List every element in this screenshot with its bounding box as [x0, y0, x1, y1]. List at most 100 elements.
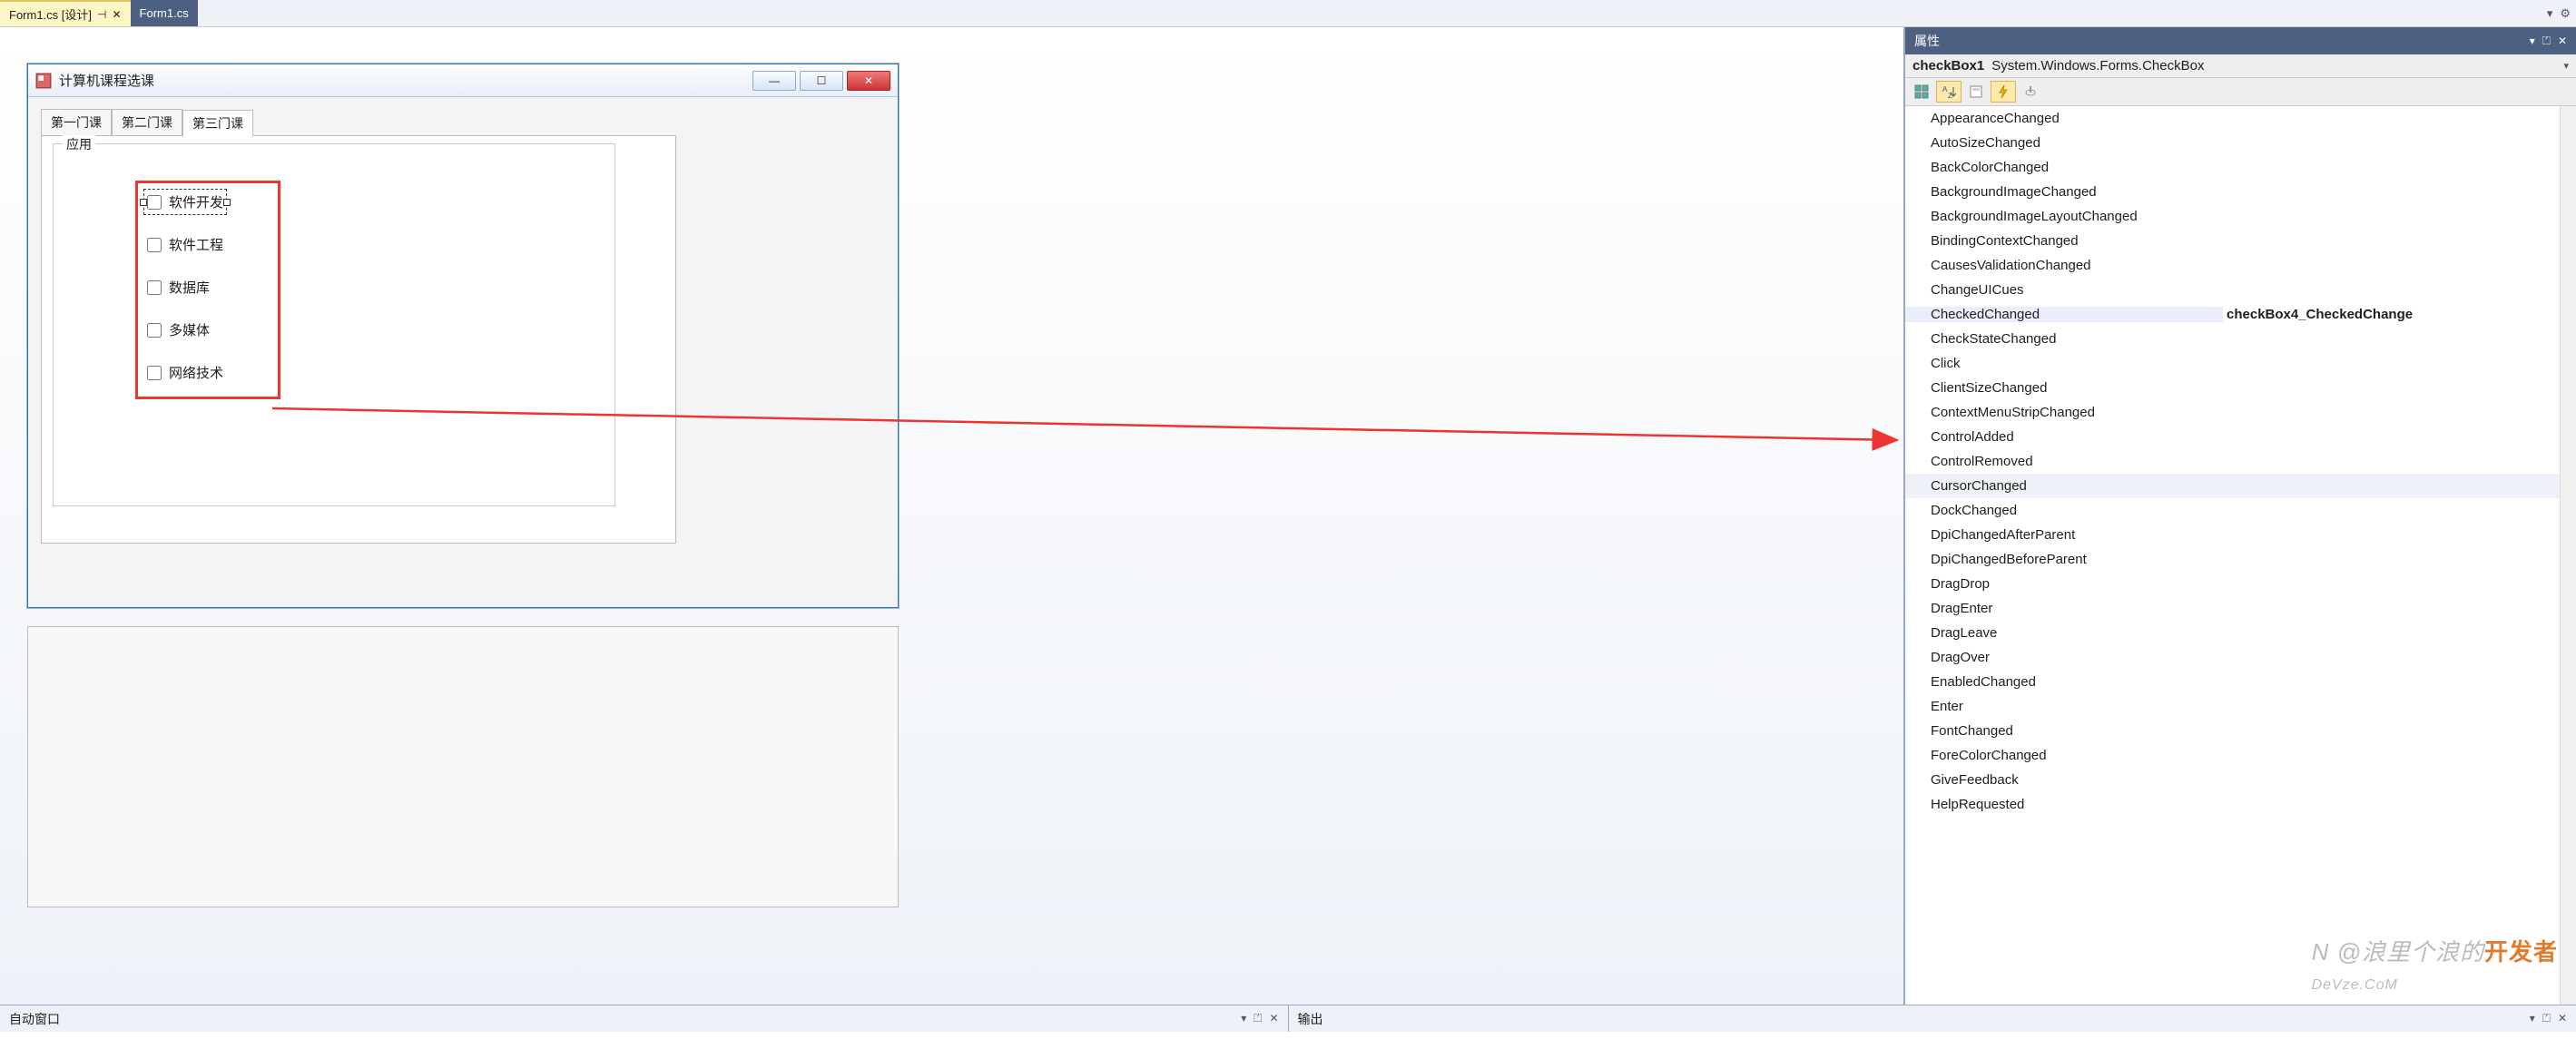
event-row[interactable]: ForeColorChanged [1905, 743, 2576, 768]
checkbox-label: 多媒体 [169, 320, 210, 339]
panel-title: 自动窗口 [9, 1010, 60, 1028]
event-row[interactable]: CheckStateChanged [1905, 327, 2576, 351]
event-row[interactable]: CursorChanged [1905, 474, 2576, 498]
event-row[interactable]: ControlAdded [1905, 425, 2576, 449]
event-name: AppearanceChanged [1905, 111, 2223, 126]
checkbox-input[interactable] [147, 238, 162, 252]
close-icon[interactable]: ✕ [2558, 34, 2567, 47]
categorized-button[interactable] [1909, 81, 1934, 103]
event-row[interactable]: BackgroundImageChanged [1905, 180, 2576, 204]
event-name: Enter [1905, 699, 2223, 714]
event-name: BackgroundImageLayoutChanged [1905, 209, 2223, 224]
tab-form1-code[interactable]: Form1.cs [131, 0, 198, 26]
checkbox-2[interactable]: 软件工程 [147, 235, 223, 254]
chevron-down-icon[interactable]: ▾ [2563, 60, 2569, 72]
event-value[interactable]: checkBox4_CheckedChange [2223, 307, 2576, 322]
minimize-button[interactable]: — [752, 71, 796, 91]
property-pages-button[interactable] [2018, 81, 2043, 103]
events-list[interactable]: AppearanceChanged AutoSizeChangedBackColo… [1905, 106, 2576, 1005]
event-row[interactable]: DpiChangedAfterParent [1905, 523, 2576, 547]
checkbox-input[interactable] [147, 323, 162, 338]
autos-panel-header[interactable]: 自动窗口 ▾ ⏍ ✕ [0, 1005, 1289, 1032]
close-icon[interactable]: ✕ [1269, 1012, 1278, 1025]
event-row[interactable]: AppearanceChanged [1905, 106, 2576, 131]
alphabetical-button[interactable]: AZ [1936, 81, 1961, 103]
form-title: 计算机课程选课 [59, 71, 154, 90]
event-name: CausesValidationChanged [1905, 258, 2223, 273]
selected-object-name: checkBox1 [1912, 58, 1984, 74]
pin-icon[interactable]: ⊣ [97, 8, 106, 21]
tab-control[interactable]: 第一门课第二门课第三门课 应用 软件开发软件工程数据库多媒体网络技术 [41, 110, 676, 545]
groupbox-application[interactable]: 应用 软件开发软件工程数据库多媒体网络技术 [53, 143, 615, 506]
event-row[interactable]: EnabledChanged [1905, 670, 2576, 694]
tab-page[interactable]: 应用 软件开发软件工程数据库多媒体网络技术 [41, 135, 676, 544]
event-row[interactable]: CausesValidationChanged [1905, 253, 2576, 278]
event-name: DragDrop [1905, 576, 2223, 592]
output-panel-header[interactable]: 输出 ▾ ⏍ ✕ [1289, 1005, 2576, 1032]
properties-button[interactable] [1963, 81, 1989, 103]
chevron-down-icon[interactable]: ▾ [2530, 1012, 2535, 1025]
event-row[interactable]: Click [1905, 351, 2576, 376]
event-name: EnabledChanged [1905, 674, 2223, 690]
checkbox-input[interactable] [147, 280, 162, 295]
event-row[interactable]: DragLeave [1905, 621, 2576, 645]
chevron-down-icon[interactable]: ▾ [1241, 1012, 1246, 1025]
event-row[interactable]: ContextMenuStripChanged [1905, 400, 2576, 425]
event-name: CheckStateChanged [1905, 331, 2223, 347]
chevron-down-icon[interactable]: ▾ [2547, 6, 2553, 21]
event-row[interactable]: DpiChangedBeforeParent [1905, 547, 2576, 572]
event-row[interactable]: FontChanged [1905, 719, 2576, 743]
pin-icon[interactable]: ⏍ [2542, 34, 2551, 48]
checkbox-input[interactable] [147, 195, 162, 210]
event-name: ContextMenuStripChanged [1905, 405, 2223, 420]
tab-course-2[interactable]: 第二门课 [112, 109, 182, 135]
event-name: BackgroundImageChanged [1905, 184, 2223, 200]
event-row[interactable]: DragEnter [1905, 596, 2576, 621]
properties-object-selector[interactable]: checkBox1 System.Windows.Forms.CheckBox … [1905, 54, 2576, 78]
event-name: HelpRequested [1905, 797, 2223, 812]
event-row[interactable]: Enter [1905, 694, 2576, 719]
close-icon[interactable]: ✕ [2558, 1012, 2567, 1025]
tab-form1-design[interactable]: Form1.cs [设计] ⊣ ✕ [0, 0, 131, 26]
event-row[interactable]: BackColorChanged [1905, 155, 2576, 180]
event-row[interactable]: GiveFeedback [1905, 768, 2576, 792]
event-row[interactable]: DragOver [1905, 645, 2576, 670]
pin-icon[interactable]: ⏍ [1254, 1012, 1262, 1025]
event-row[interactable]: DockChanged [1905, 498, 2576, 523]
event-row[interactable]: ChangeUICues [1905, 278, 2576, 302]
checkbox-4[interactable]: 多媒体 [147, 320, 223, 339]
event-row[interactable]: BackgroundImageLayoutChanged [1905, 204, 2576, 229]
event-name: GiveFeedback [1905, 772, 2223, 788]
checkbox-3[interactable]: 数据库 [147, 278, 223, 297]
maximize-button[interactable]: ☐ [800, 71, 843, 91]
event-row[interactable]: ControlRemoved [1905, 449, 2576, 474]
checkbox-label: 软件开发 [169, 192, 223, 211]
checkbox-label: 网络技术 [169, 363, 223, 382]
close-button[interactable]: ✕ [847, 71, 890, 91]
event-row[interactable]: BindingContextChanged [1905, 229, 2576, 253]
event-name: DragEnter [1905, 601, 2223, 616]
chevron-down-icon[interactable]: ▾ [2530, 34, 2535, 47]
tab-course-1[interactable]: 第一门课 [41, 109, 112, 135]
winforms-form[interactable]: 计算机课程选课 — ☐ ✕ 第一门课第二门课第三门课 应用 软件开发软件工程数据… [27, 64, 899, 608]
close-icon[interactable]: ✕ [112, 8, 121, 21]
event-row[interactable]: CheckedChangedcheckBox4_CheckedChange [1905, 302, 2576, 327]
scrollbar-vertical[interactable] [2560, 106, 2576, 1005]
event-row[interactable]: ClientSizeChanged [1905, 376, 2576, 400]
panel-title-text: 属性 [1914, 32, 1940, 50]
event-name: FontChanged [1905, 723, 2223, 739]
event-row[interactable]: DragDrop [1905, 572, 2576, 596]
checkbox-5[interactable]: 网络技术 [147, 363, 223, 382]
event-row[interactable]: HelpRequested [1905, 792, 2576, 817]
pin-icon[interactable]: ⏍ [2542, 1012, 2551, 1025]
events-button[interactable] [1991, 81, 2016, 103]
tab-course-3[interactable]: 第三门课 [182, 110, 253, 136]
event-name: ControlAdded [1905, 429, 2223, 445]
design-surface[interactable]: 计算机课程选课 — ☐ ✕ 第一门课第二门课第三门课 应用 软件开发软件工程数据… [0, 27, 1904, 1005]
checkbox-input[interactable] [147, 366, 162, 380]
event-name: DpiChangedAfterParent [1905, 527, 2223, 543]
panel-title: 输出 [1298, 1010, 1323, 1028]
checkbox-1[interactable]: 软件开发 [147, 192, 223, 211]
event-row[interactable]: AutoSizeChanged [1905, 131, 2576, 155]
gear-icon[interactable]: ⚙ [2560, 6, 2571, 21]
